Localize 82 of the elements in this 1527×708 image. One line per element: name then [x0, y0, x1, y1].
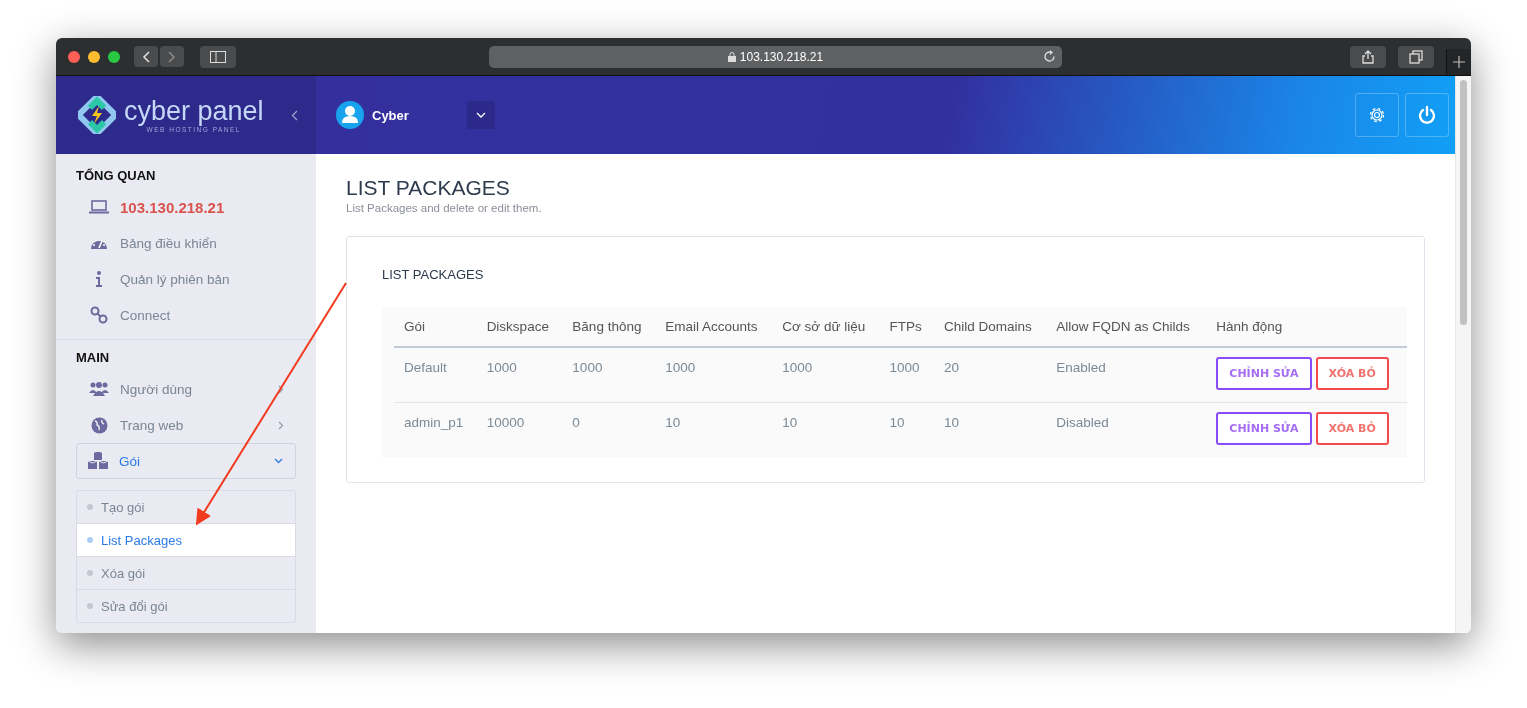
- share-button[interactable]: [1350, 45, 1386, 68]
- power-icon: [1417, 105, 1437, 125]
- info-icon: [95, 271, 103, 287]
- cubes-icon: [87, 452, 109, 470]
- sidebar-toggle-button[interactable]: [200, 45, 236, 68]
- sidebar-item[interactable]: Trang web: [76, 407, 296, 443]
- column-header: Băng thông: [562, 307, 656, 347]
- power-button[interactable]: [1405, 93, 1449, 137]
- close-window-button[interactable]: [68, 50, 80, 63]
- chevron-down-icon: [475, 112, 486, 118]
- reload-icon[interactable]: [1043, 49, 1056, 63]
- edit-button[interactable]: CHỈNH SỬA: [1216, 412, 1312, 445]
- column-header: Email Accounts: [655, 307, 773, 347]
- submenu-item[interactable]: Sửa đổi gói: [77, 589, 295, 622]
- column-header: Diskspace: [476, 307, 563, 347]
- minimize-window-button[interactable]: [88, 50, 100, 63]
- table-cell: 10: [772, 402, 880, 457]
- users-icon: [89, 381, 109, 397]
- column-header: FTPs: [879, 307, 934, 347]
- column-header: Gói: [394, 307, 477, 347]
- delete-button[interactable]: XÓA BỎ: [1315, 357, 1389, 390]
- table-cell: 10000: [476, 402, 563, 457]
- table-cell: 1000: [655, 347, 773, 403]
- sidebar-item[interactable]: Quản lý phiên bản: [76, 261, 296, 297]
- card-title: LIST PACKAGES: [382, 267, 485, 282]
- column-header: Hành động: [1206, 307, 1407, 347]
- table-cell: 1000: [562, 347, 656, 403]
- edit-button[interactable]: CHỈNH SỬA: [1216, 357, 1312, 390]
- table-cell: admin_p1: [394, 402, 477, 457]
- sidebar-item[interactable]: Người dùng: [76, 371, 296, 407]
- share-icon: [1362, 49, 1374, 64]
- settings-icon: [1367, 105, 1387, 125]
- table-cell: Enabled: [1046, 347, 1207, 403]
- server-ip-link[interactable]: 103.130.218.21: [76, 189, 296, 225]
- section-heading: MAIN: [76, 350, 111, 365]
- scrollbar[interactable]: [1455, 76, 1471, 633]
- chevron-right-icon: [278, 384, 284, 394]
- link-icon: [90, 306, 108, 324]
- user-menu-dropdown[interactable]: [466, 101, 495, 129]
- lock-icon: [727, 51, 736, 62]
- collapse-icon[interactable]: [291, 109, 298, 121]
- delete-button[interactable]: XÓA BỎ: [1315, 412, 1389, 445]
- page-title: LIST PACKAGES: [346, 176, 511, 200]
- chevron-right-icon: [278, 420, 284, 430]
- table-cell: Default: [394, 347, 477, 403]
- sidebar-item[interactable]: Gói: [76, 443, 296, 479]
- submenu-item[interactable]: List Packages: [77, 523, 295, 556]
- table-cell: 20: [934, 347, 1047, 403]
- column-header: Child Domains: [934, 307, 1047, 347]
- brand-name: cyber panel: [124, 97, 264, 124]
- laptop-icon: [89, 200, 109, 214]
- forward-button[interactable]: [160, 46, 184, 67]
- table-cell: 10: [934, 402, 1047, 457]
- tabs-icon: [1409, 49, 1423, 64]
- logo-icon: [78, 96, 116, 134]
- column-header: Allow FQDN as Childs: [1046, 307, 1207, 347]
- table-cell: Disabled: [1046, 402, 1207, 457]
- plus-icon: [1453, 55, 1465, 68]
- table-cell: 1000: [879, 347, 934, 403]
- zoom-window-button[interactable]: [108, 50, 120, 63]
- page-subtitle: List Packages and delete or edit them.: [346, 202, 543, 214]
- settings-button[interactable]: [1355, 93, 1399, 137]
- back-button[interactable]: [134, 46, 158, 67]
- section-heading: TỔNG QUAN: [76, 168, 157, 183]
- chevron-left-icon: [142, 50, 150, 63]
- table-cell: 10: [655, 402, 773, 457]
- user-avatar: [336, 101, 364, 129]
- new-tab-button[interactable]: [1446, 48, 1471, 75]
- table-cell: 10: [879, 402, 934, 457]
- chevron-right-icon: [168, 50, 176, 63]
- table-cell: 1000: [772, 347, 880, 403]
- globe-icon: [90, 416, 108, 434]
- user-name: Cyber: [372, 107, 409, 123]
- table-cell: 1000: [476, 347, 563, 403]
- tabs-button[interactable]: [1398, 45, 1434, 68]
- sidebar-item[interactable]: Connect: [76, 297, 296, 333]
- column-header: Cơ sở dữ liệu: [772, 307, 880, 347]
- table-cell: 0: [562, 402, 656, 457]
- chevron-down-icon: [274, 458, 283, 464]
- sidebar-icon: [210, 50, 226, 63]
- sidebar-item[interactable]: Bảng điều khiển: [76, 225, 296, 261]
- address-bar[interactable]: 103.130.218.21: [489, 45, 1062, 68]
